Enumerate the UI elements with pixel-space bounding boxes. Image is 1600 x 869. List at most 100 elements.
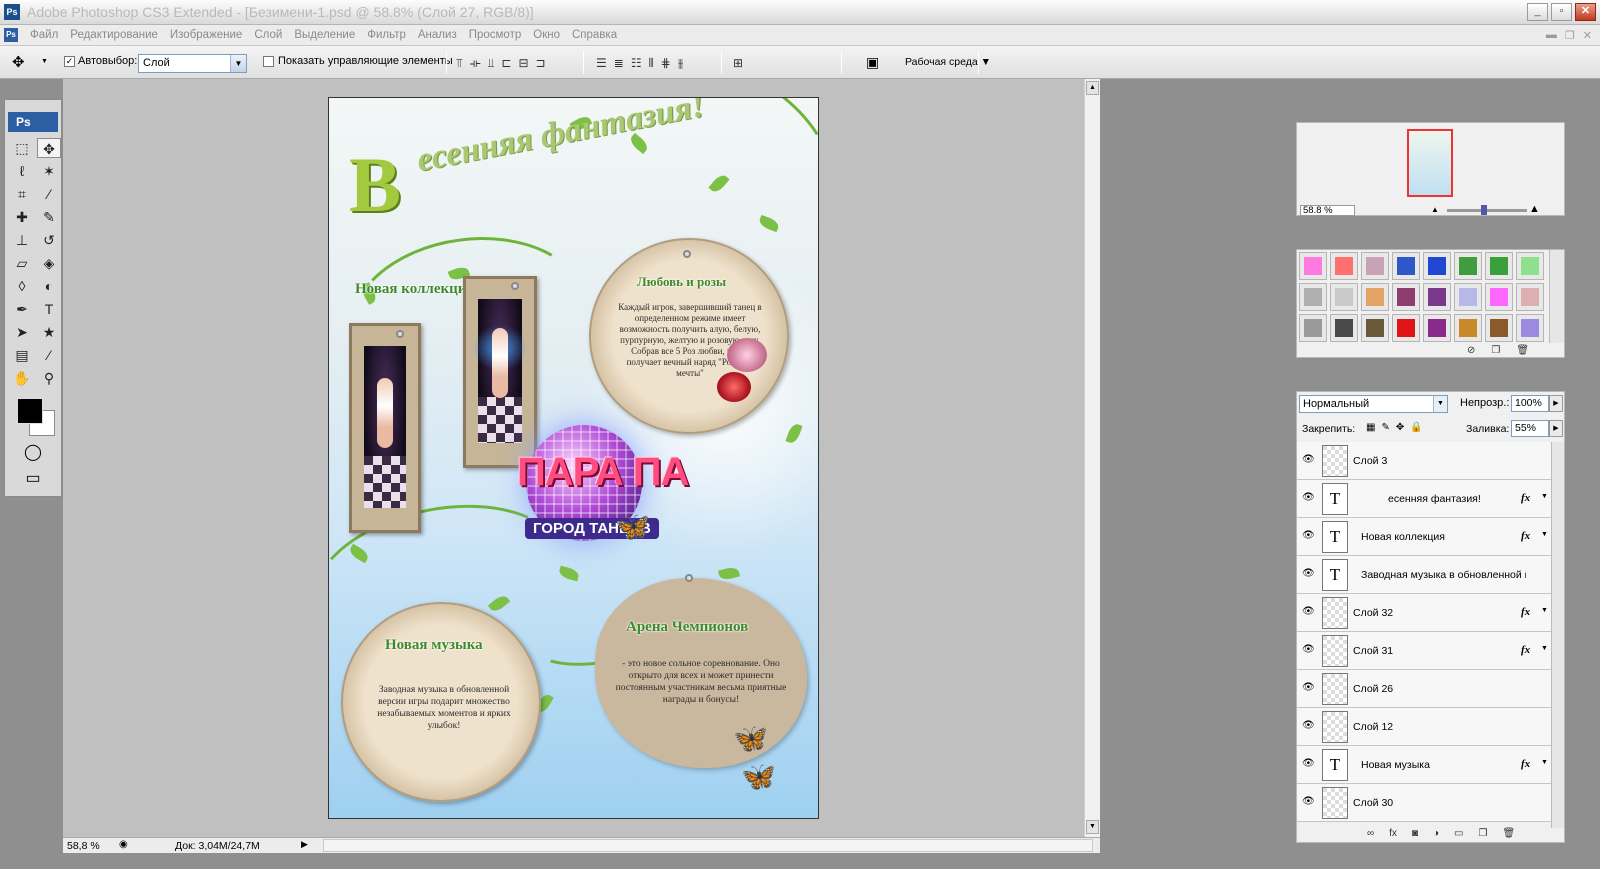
hand-tool-icon[interactable]: ✋	[10, 368, 34, 388]
document-icon[interactable]: Ps	[4, 28, 18, 42]
eye-icon[interactable]: 👁	[1302, 530, 1315, 541]
style-swatch[interactable]	[1299, 252, 1327, 280]
zoom-tool-icon[interactable]: ⚲	[37, 368, 61, 388]
horizontal-scrollbar[interactable]	[323, 839, 1093, 852]
layer-row[interactable]: 👁 Слой 31 fx ▼	[1297, 632, 1551, 670]
magic-wand-tool-icon[interactable]: ✶	[37, 161, 61, 181]
screen-mode-icon[interactable]: ▭	[5, 468, 61, 488]
layer-row[interactable]: 👁 Слой 3	[1297, 442, 1551, 480]
style-swatch[interactable]	[1392, 252, 1420, 280]
autoselect-checkbox[interactable]: ✓	[64, 55, 75, 67]
expand-effects-icon[interactable]: ▼	[1541, 645, 1548, 652]
eye-icon[interactable]: 👁	[1302, 758, 1315, 769]
bridge-icon[interactable]: ▣	[866, 54, 879, 71]
style-swatch[interactable]	[1485, 314, 1513, 342]
zoom-level[interactable]: 58,8 %	[67, 840, 100, 852]
chevron-down-icon[interactable]: ▼	[230, 55, 246, 72]
foreground-color[interactable]	[17, 398, 43, 424]
mask-icon[interactable]: ◙	[1412, 828, 1418, 839]
menu-item[interactable]: Фильтр	[361, 28, 412, 43]
adjustment-icon[interactable]: ◑	[1433, 828, 1439, 839]
fx-badge-icon[interactable]: fx	[1521, 492, 1530, 504]
eye-icon[interactable]: 👁	[1302, 492, 1315, 503]
distribute-top-icon[interactable]: ☰	[596, 56, 607, 71]
eye-icon[interactable]: 👁	[1302, 568, 1315, 579]
menu-item[interactable]: Справка	[566, 28, 623, 43]
eye-icon[interactable]: 👁	[1302, 796, 1315, 807]
tool-preset-dropdown-icon[interactable]: ▼	[41, 58, 48, 65]
layer-row[interactable]: 👁 Слой 30	[1297, 784, 1551, 822]
scroll-up-icon[interactable]: ▲	[1086, 81, 1099, 95]
expand-effects-icon[interactable]: ▼	[1541, 493, 1548, 500]
eye-icon[interactable]: 👁	[1302, 606, 1315, 617]
layer-row[interactable]: 👁 T Новая музыка fx ▼	[1297, 746, 1551, 784]
layer-row[interactable]: 👁 T Новая коллекция fx ▼	[1297, 518, 1551, 556]
artwork-canvas[interactable]: В есенняя фантазия! Новая коллекция Кажд…	[328, 97, 819, 819]
bucket-tool-icon[interactable]: ◈	[37, 253, 61, 273]
autoselect-target-select[interactable]: Слой ▼	[138, 54, 247, 73]
trash-icon[interactable]: 🗑	[1502, 828, 1515, 839]
align-left-icon[interactable]: ⊏	[501, 56, 511, 71]
menu-item[interactable]: Просмотр	[463, 28, 528, 43]
stamp-tool-icon[interactable]: ⊥	[10, 230, 34, 250]
path-select-tool-icon[interactable]: ➤	[10, 322, 34, 342]
shape-tool-icon[interactable]: ★	[37, 322, 61, 342]
layer-row[interactable]: 👁 Слой 26	[1297, 670, 1551, 708]
crop-tool-icon[interactable]: ⌗	[10, 184, 34, 204]
eye-icon[interactable]: 👁	[1302, 682, 1315, 693]
style-swatch[interactable]	[1516, 252, 1544, 280]
distribute-left-icon[interactable]: ⫴	[649, 56, 654, 71]
menu-item[interactable]: Выделение	[288, 28, 361, 43]
lasso-tool-icon[interactable]: ℓ	[10, 161, 34, 181]
minimize-button[interactable]: _	[1527, 3, 1548, 21]
style-swatch[interactable]	[1361, 283, 1389, 311]
eyedropper-tool-icon[interactable]: ⁄	[37, 345, 61, 365]
move-tool-icon[interactable]: ✥	[37, 138, 61, 158]
fill-arrow-icon[interactable]: ▶	[1549, 420, 1563, 437]
move-tool-preset-icon[interactable]: ✥	[12, 53, 25, 71]
style-swatch[interactable]	[1361, 252, 1389, 280]
style-swatch[interactable]	[1516, 283, 1544, 311]
quick-mask-icon[interactable]: ◯	[5, 442, 61, 462]
style-swatch[interactable]	[1330, 252, 1358, 280]
opacity-input[interactable]: 100%	[1511, 395, 1549, 412]
menu-item[interactable]: Анализ	[412, 28, 463, 43]
new-style-icon[interactable]: ❐	[1491, 345, 1500, 356]
expand-effects-icon[interactable]: ▼	[1541, 607, 1548, 614]
style-swatch[interactable]	[1330, 283, 1358, 311]
type-tool-icon[interactable]: T	[37, 299, 61, 319]
layer-row[interactable]: 👁 Слой 32 fx ▼	[1297, 594, 1551, 632]
style-swatch[interactable]	[1299, 314, 1327, 342]
align-right-icon[interactable]: ⊐	[536, 56, 546, 71]
pen-tool-icon[interactable]: ✒	[10, 299, 34, 319]
style-swatch[interactable]	[1423, 252, 1451, 280]
delete-style-icon[interactable]: 🗑	[1516, 345, 1529, 356]
style-swatch[interactable]	[1454, 283, 1482, 311]
eraser-tool-icon[interactable]: ▱	[10, 253, 34, 273]
zoom-in-icon[interactable]: ▲	[1529, 203, 1540, 215]
zoom-slider[interactable]	[1447, 209, 1527, 212]
align-hcenter-icon[interactable]: ⊟	[518, 56, 528, 71]
layer-row[interactable]: 👁 Tесенняя фантазия! fx ▼	[1297, 480, 1551, 518]
show-controls-toggle[interactable]: Показать управляющие элементы	[263, 55, 453, 67]
style-swatch[interactable]	[1485, 252, 1513, 280]
fx-badge-icon[interactable]: fx	[1521, 606, 1530, 618]
eye-icon[interactable]: 👁	[1302, 644, 1315, 655]
layer-row[interactable]: 👁 T Заводная музыка в обновленной в...	[1297, 556, 1551, 594]
style-swatch[interactable]	[1361, 314, 1389, 342]
style-swatch[interactable]	[1423, 314, 1451, 342]
lock-transparency-icon[interactable]: ▦	[1366, 422, 1375, 433]
style-swatch[interactable]	[1423, 283, 1451, 311]
link-icon[interactable]: ∞	[1367, 828, 1374, 839]
style-swatch[interactable]	[1392, 314, 1420, 342]
menu-item[interactable]: Окно	[527, 28, 566, 43]
lock-pixels-icon[interactable]: ✎	[1381, 422, 1389, 433]
align-top-icon[interactable]: ⫪	[456, 56, 463, 71]
auto-align-icon[interactable]: ⊞	[733, 56, 743, 70]
expand-effects-icon[interactable]: ▼	[1541, 531, 1548, 538]
navigator-zoom-field[interactable]: 58.8 %	[1300, 205, 1355, 216]
opacity-arrow-icon[interactable]: ▶	[1549, 395, 1563, 412]
healing-tool-icon[interactable]: ✚	[10, 207, 34, 227]
clear-style-icon[interactable]: ⊘	[1467, 345, 1475, 356]
fx-badge-icon[interactable]: fx	[1521, 530, 1530, 542]
